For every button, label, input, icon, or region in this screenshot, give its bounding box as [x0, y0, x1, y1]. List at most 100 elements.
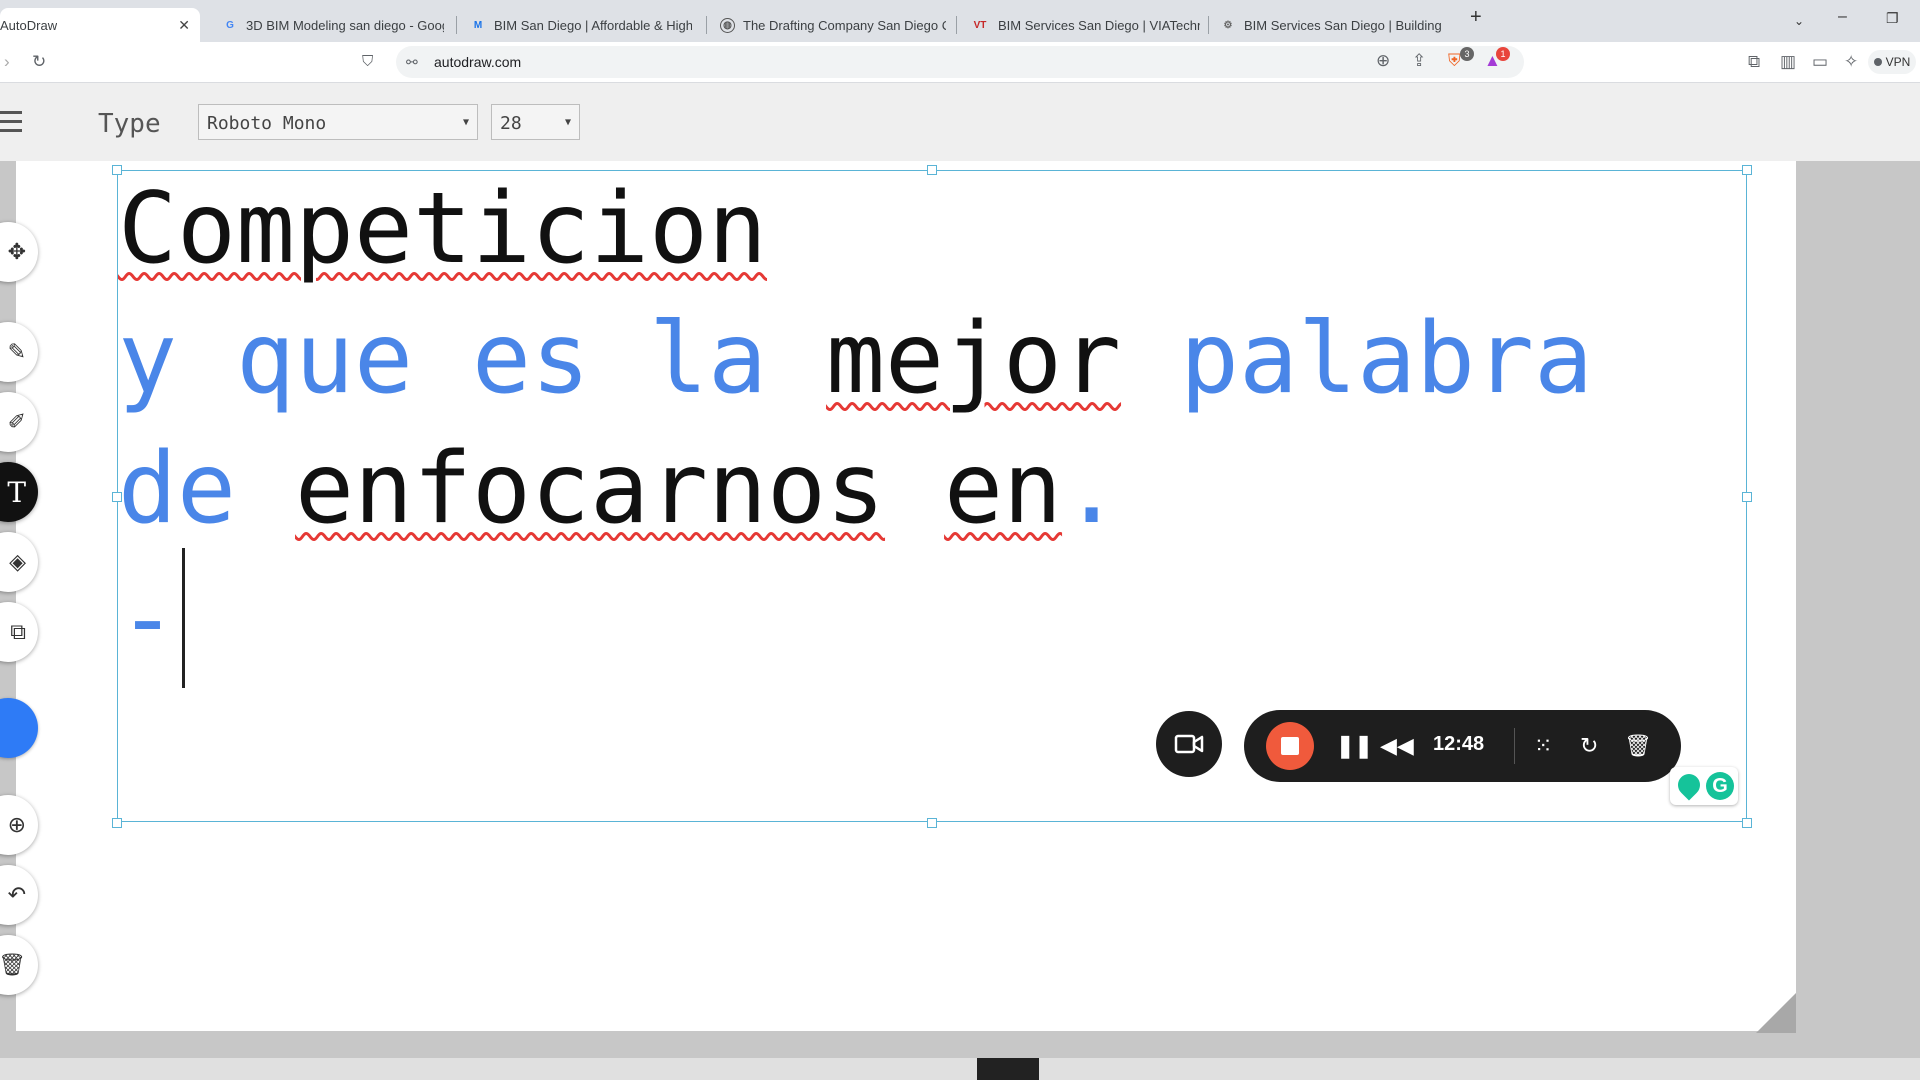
misspelled-word: enfocarnos: [295, 432, 886, 546]
grid-icon[interactable]: ⁙: [1534, 732, 1552, 760]
text-line: -: [118, 570, 177, 668]
text-segment: -: [118, 562, 178, 676]
reload-icon[interactable]: ↻: [32, 52, 46, 72]
restart-icon[interactable]: ↻: [1580, 732, 1598, 760]
text-cursor: [182, 548, 185, 688]
tab-drafting-company[interactable]: ◍ The Drafting Company San Diego C: [720, 8, 946, 42]
m-logo-icon: M: [473, 19, 483, 31]
misspelled-word: mejor: [826, 302, 1122, 416]
grammarly-icon: G: [1706, 772, 1734, 800]
text-line: Competicion: [118, 180, 767, 278]
move-icon: ✥: [7, 239, 26, 264]
globe-icon: ◍: [720, 17, 735, 33]
divider: [1514, 728, 1515, 764]
minimize-icon[interactable]: –: [1838, 8, 1847, 26]
zoom-page-icon[interactable]: ⊕: [1376, 51, 1390, 71]
restore-icon[interactable]: ❐: [1886, 10, 1899, 27]
bottom-handle[interactable]: [977, 1058, 1039, 1080]
tab-separator: [706, 16, 707, 34]
tab-building-info[interactable]: ⚙ BIM Services San Diego | Building In: [1220, 8, 1446, 42]
trash-icon: 🗑: [0, 952, 26, 977]
rewind-icon[interactable]: ◀◀: [1380, 732, 1414, 760]
tab-title: BIM Services San Diego | VIATechnik: [998, 17, 1200, 33]
pencil-icon: ✐: [7, 409, 26, 434]
misspelled-word: Competicion: [118, 172, 768, 286]
bottom-strip: [0, 1058, 1920, 1080]
browser-tabstrip: AutoDraw ✕ G 3D BIM Modeling san diego -…: [0, 0, 1920, 42]
close-icon[interactable]: ✕: [178, 17, 190, 34]
tab-bim-modeling[interactable]: G 3D BIM Modeling san diego - Goog: [222, 8, 444, 42]
fill-icon: ◈: [9, 549, 26, 574]
resize-handle[interactable]: [1742, 818, 1752, 828]
vpn-label: VPN: [1885, 55, 1911, 69]
undo-icon: ↶: [7, 882, 26, 907]
forward-icon[interactable]: ›: [4, 52, 10, 72]
tab-title: The Drafting Company San Diego C: [743, 17, 946, 33]
site-settings-icon[interactable]: ⚯: [406, 52, 418, 72]
text-icon: T: [7, 475, 26, 509]
url-text: autodraw.com: [434, 54, 522, 70]
brave-shield-icon[interactable]: ⛨: [1448, 51, 1461, 71]
type-label: Type: [98, 109, 161, 139]
resize-handle[interactable]: [1742, 165, 1752, 175]
shield-badge: 3: [1460, 47, 1474, 61]
text-segment: [885, 432, 944, 546]
sidebar-icon[interactable]: ▥: [1780, 52, 1796, 72]
tab-viatechnik[interactable]: VT BIM Services San Diego | VIATechnik: [970, 8, 1200, 42]
tab-title: 3D BIM Modeling san diego - Goog: [246, 17, 444, 33]
grammarly-widget[interactable]: G: [1670, 767, 1738, 805]
leo-ai-icon[interactable]: ✧: [1844, 52, 1858, 72]
stop-record-button[interactable]: [1266, 722, 1314, 770]
tab-title: BIM San Diego | Affordable & High-: [494, 17, 692, 33]
font-family-value: Roboto Mono: [207, 113, 327, 134]
text-segment: y que es la: [118, 302, 827, 416]
browser-toolbar: › ↻ ⛉ ⚯ autodraw.com ⊕ ⇪ ⛨ 3 ▲ 1 ⧉ ▥ ▭ ✧…: [0, 42, 1920, 83]
camera-button[interactable]: [1156, 711, 1222, 777]
font-family-select[interactable]: Roboto Mono ▼: [198, 104, 478, 140]
text-segment: de: [118, 432, 296, 546]
camera-icon: [1174, 734, 1204, 754]
lightbulb-icon: [1673, 769, 1705, 801]
alert-badge: 1: [1496, 47, 1510, 61]
tab-search-icon[interactable]: ⌄: [1794, 14, 1804, 28]
address-bar[interactable]: ⚯ autodraw.com ⊕ ⇪ ⛨ 3 ▲ 1: [396, 46, 1524, 78]
resize-handle[interactable]: [927, 165, 937, 175]
vpn-status-icon: [1873, 58, 1882, 66]
bookmark-icon[interactable]: ⛉: [362, 52, 373, 72]
recorder-time: 12:48: [1433, 733, 1485, 755]
wallet-icon[interactable]: ▭: [1812, 52, 1828, 72]
misspelled-word: en: [944, 432, 1063, 546]
hamburger-icon[interactable]: [0, 111, 22, 138]
vpn-button[interactable]: VPN: [1868, 50, 1916, 74]
text-line: de enfocarnos en.: [118, 440, 1121, 538]
dropdown-arrow-icon: ▼: [564, 117, 571, 128]
vt-logo-icon: VT: [973, 19, 987, 31]
text-segment: palabra: [1121, 302, 1594, 416]
new-tab-button[interactable]: +: [1470, 6, 1482, 29]
text-segment: .: [1062, 432, 1122, 546]
tab-separator: [456, 16, 457, 34]
delete-icon[interactable]: 🗑: [1624, 732, 1652, 760]
shapes-icon: ⧉: [10, 619, 26, 644]
tab-title: BIM Services San Diego | Building In: [1244, 17, 1446, 33]
tab-autodraw[interactable]: AutoDraw ✕: [0, 8, 200, 42]
share-icon[interactable]: ⇪: [1412, 51, 1426, 71]
autodraw-toolbar: Type Roboto Mono ▼ 28 ▼: [0, 83, 1920, 161]
pause-icon[interactable]: ❚❚: [1336, 732, 1373, 760]
google-icon: G: [226, 19, 234, 31]
tab-title: AutoDraw: [0, 17, 58, 33]
recorder-bar: ❚❚ ◀◀ 12:48 ⁙ ↻ 🗑: [1244, 710, 1681, 782]
resize-handle[interactable]: [1742, 492, 1752, 502]
gear-icon: ⚙: [1223, 19, 1233, 31]
tab-separator: [956, 16, 957, 34]
font-size-value: 28: [500, 113, 522, 134]
resize-handle[interactable]: [927, 818, 937, 828]
autodraw-icon: ✎: [7, 339, 26, 364]
resize-handle[interactable]: [112, 818, 122, 828]
font-size-select[interactable]: 28 ▼: [491, 104, 580, 140]
page-corner: [1756, 993, 1796, 1033]
extensions-icon[interactable]: ⧉: [1748, 52, 1760, 72]
zoom-icon: ⊕: [7, 812, 26, 837]
tab-bim-san-diego[interactable]: M BIM San Diego | Affordable & High-: [470, 8, 692, 42]
dropdown-arrow-icon: ▼: [462, 117, 469, 128]
